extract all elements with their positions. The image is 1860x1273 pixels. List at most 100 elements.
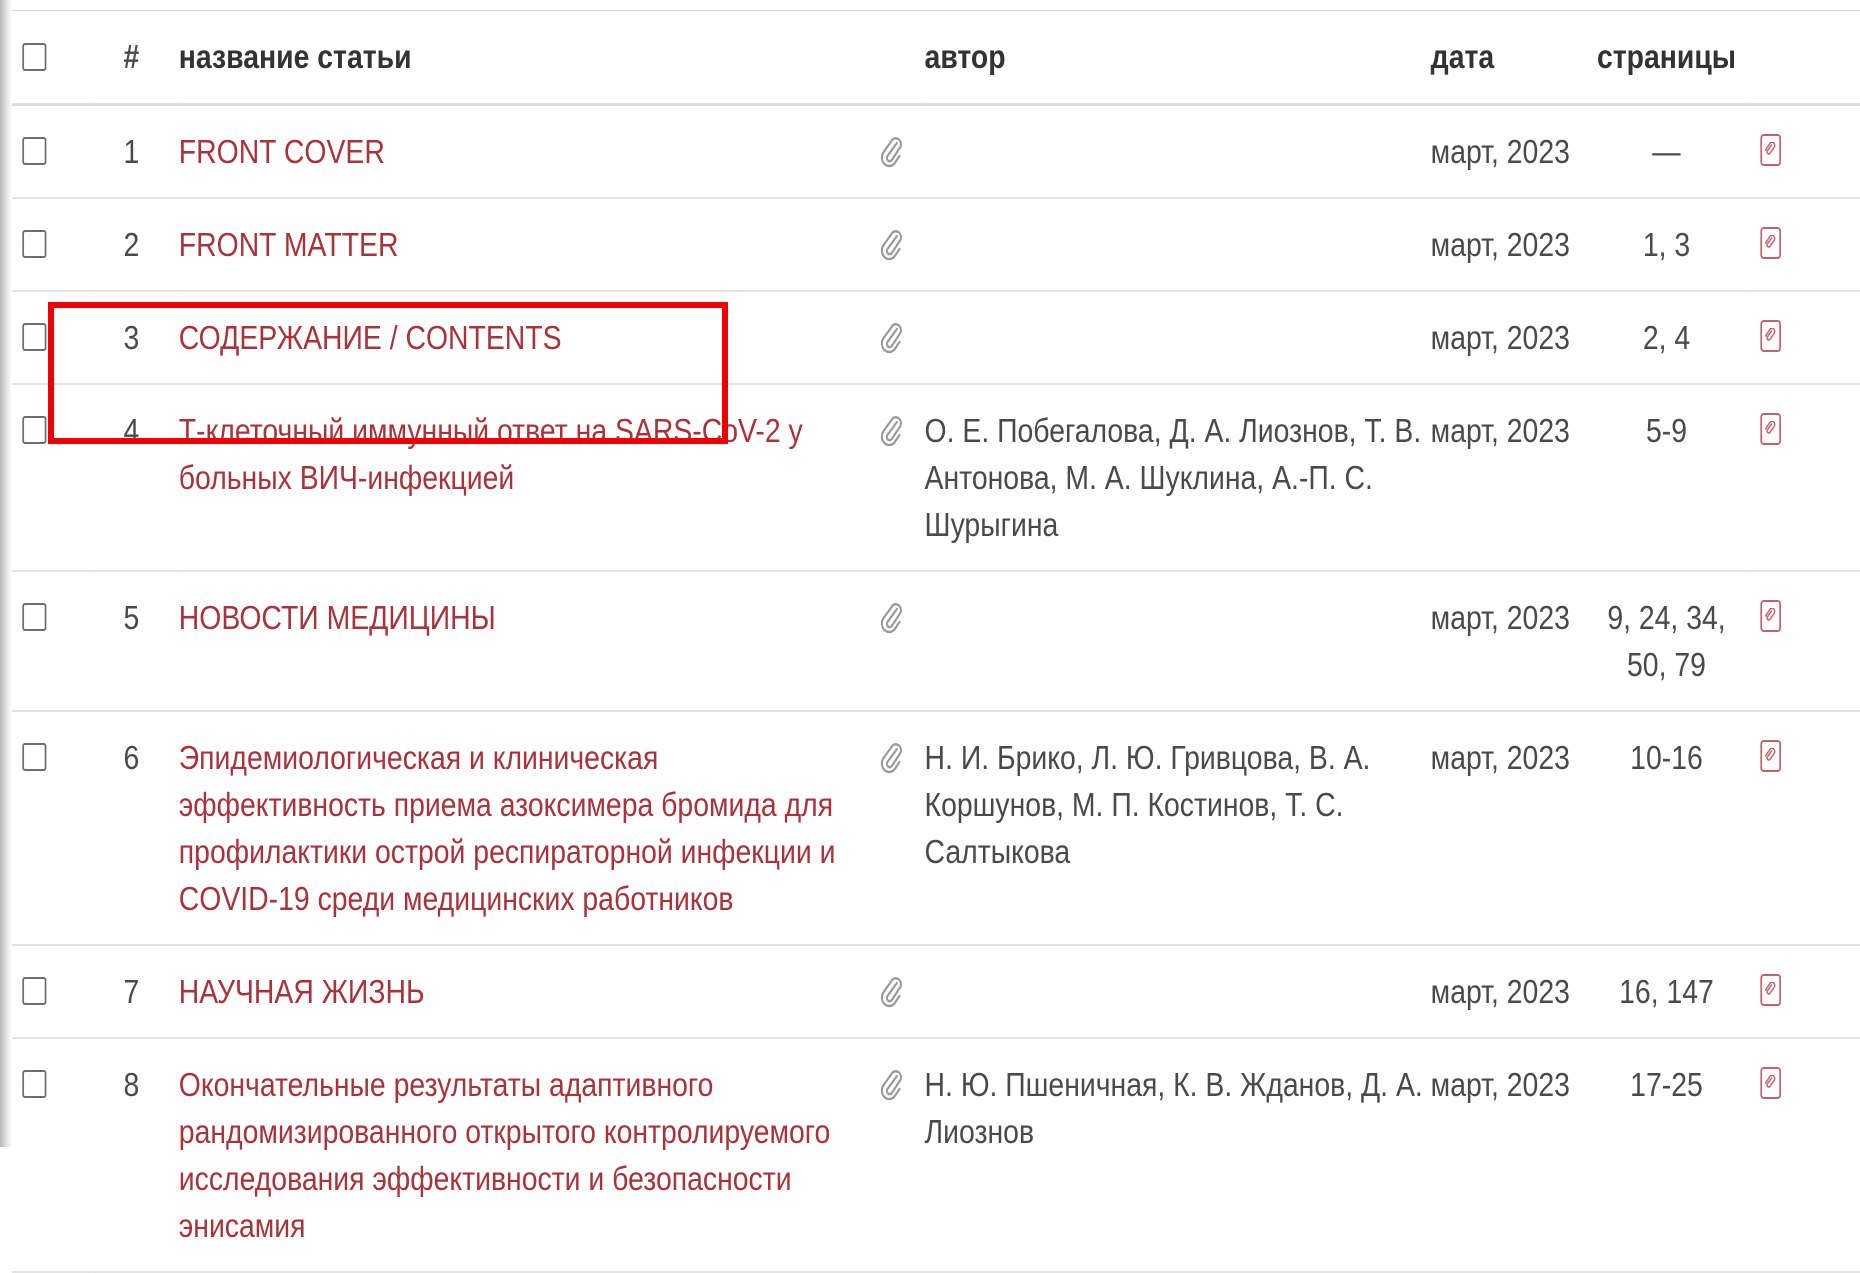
- row-number-text: 1: [123, 132, 140, 170]
- paperclip-icon[interactable]: [872, 227, 925, 261]
- row-number-text: 7: [123, 972, 140, 1010]
- row-title-cell: FRONT MATTER: [178, 197, 872, 292]
- table-row: 7 НАУЧНАЯ ЖИЗНЬ март, 2023 16, 147: [12, 944, 1860, 1039]
- row-link-cell: [1745, 104, 1860, 199]
- date-text: март, 2023: [1430, 1065, 1570, 1103]
- row-checkbox[interactable]: [22, 322, 47, 351]
- column-header-num[interactable]: #: [92, 11, 179, 106]
- row-checkbox[interactable]: [22, 1069, 47, 1098]
- row-attachment-cell: [871, 383, 925, 572]
- row-date: март, 2023: [1430, 290, 1588, 385]
- column-header-title[interactable]: название статьи: [178, 11, 872, 106]
- table-row: 1 FRONT COVER март, 2023 —: [12, 104, 1860, 199]
- link-icon[interactable]: [1760, 739, 1782, 772]
- row-number-text: 2: [123, 225, 140, 263]
- paperclip-icon[interactable]: [872, 974, 925, 1008]
- row-select-cell: [12, 1037, 93, 1273]
- header-select-all[interactable]: [12, 11, 93, 106]
- author-text: Н. Ю. Пшеничная, К. В. Жданов, Д. А. Лио…: [924, 1065, 1423, 1150]
- table-row: 3 СОДЕРЖАНИЕ / CONTENTS март, 2023 2, 4: [12, 290, 1860, 385]
- row-select-cell: [12, 944, 93, 1039]
- paperclip-icon[interactable]: [872, 320, 925, 354]
- row-attachment-cell: [871, 710, 925, 946]
- row-select-cell: [12, 383, 93, 572]
- row-title-cell: СОДЕРЖАНИЕ / CONTENTS: [178, 290, 872, 385]
- row-attachment-cell: [871, 290, 925, 385]
- article-title-link[interactable]: Т-клеточный иммунный ответ на SARS-CoV-2…: [179, 412, 803, 496]
- row-checkbox[interactable]: [22, 229, 47, 258]
- row-number: 7: [92, 944, 179, 1039]
- pages-text: 17-25: [1630, 1065, 1703, 1103]
- date-text: март, 2023: [1430, 411, 1570, 449]
- row-pages: 17-25: [1587, 1037, 1746, 1273]
- column-header-author[interactable]: автор: [924, 11, 1431, 106]
- paperclip-icon[interactable]: [872, 134, 925, 168]
- link-icon[interactable]: [1760, 226, 1782, 259]
- link-icon[interactable]: [1760, 599, 1782, 632]
- row-number: 4: [92, 383, 179, 572]
- link-icon[interactable]: [1760, 973, 1782, 1006]
- table-body: 1 FRONT COVER март, 2023 — 2 FRONT MATTE…: [12, 104, 1860, 1273]
- row-title-cell: Окончательные результаты адаптивного ран…: [178, 1037, 872, 1273]
- row-checkbox[interactable]: [22, 976, 47, 1005]
- row-checkbox[interactable]: [22, 136, 47, 165]
- date-text: март, 2023: [1430, 225, 1570, 263]
- row-title-cell: НАУЧНАЯ ЖИЗНЬ: [178, 944, 872, 1039]
- row-title-cell: Т-клеточный иммунный ответ на SARS-CoV-2…: [178, 383, 872, 572]
- column-header-link: [1745, 11, 1860, 106]
- row-link-cell: [1745, 570, 1860, 712]
- link-icon[interactable]: [1760, 133, 1782, 166]
- row-pages: 2, 4: [1587, 290, 1746, 385]
- row-attachment-cell: [871, 944, 925, 1039]
- author-text: Н. И. Брико, Л. Ю. Гривцова, В. А. Коршу…: [924, 738, 1371, 870]
- paperclip-icon[interactable]: [872, 600, 925, 634]
- pages-text: 2, 4: [1642, 318, 1691, 356]
- row-checkbox[interactable]: [22, 742, 47, 771]
- row-link-cell: [1745, 383, 1860, 572]
- row-pages: 5-9: [1587, 383, 1746, 572]
- row-link-cell: [1745, 290, 1860, 385]
- link-icon[interactable]: [1760, 412, 1782, 445]
- row-author: О. Е. Побегалова, Д. А. Лиознов, Т. В. А…: [924, 383, 1431, 572]
- row-select-cell: [12, 197, 93, 292]
- date-text: март, 2023: [1430, 972, 1570, 1010]
- article-table-container: # название статьи автор дата страницы 1 …: [12, 10, 1860, 1273]
- article-title-link[interactable]: FRONT MATTER: [179, 226, 399, 263]
- paperclip-icon[interactable]: [872, 1067, 925, 1101]
- row-pages: 10-16: [1587, 710, 1746, 946]
- row-date: март, 2023: [1430, 570, 1588, 712]
- row-author: [924, 104, 1431, 199]
- pages-text: 10-16: [1630, 738, 1703, 776]
- paperclip-icon[interactable]: [872, 740, 925, 774]
- select-all-checkbox[interactable]: [22, 42, 47, 71]
- row-author: [924, 944, 1431, 1039]
- row-link-cell: [1745, 197, 1860, 292]
- row-checkbox[interactable]: [22, 415, 47, 444]
- row-date: март, 2023: [1430, 1037, 1588, 1273]
- column-header-date[interactable]: дата: [1430, 11, 1588, 106]
- article-title-link[interactable]: FRONT COVER: [179, 133, 385, 170]
- row-checkbox[interactable]: [22, 602, 47, 631]
- date-text: март, 2023: [1430, 598, 1570, 636]
- date-text: март, 2023: [1430, 738, 1570, 776]
- link-icon[interactable]: [1760, 1066, 1782, 1099]
- date-text: март, 2023: [1430, 132, 1570, 170]
- article-title-link[interactable]: Эпидемиологическая и клиническая эффекти…: [179, 739, 836, 917]
- row-attachment-cell: [871, 197, 925, 292]
- article-title-link[interactable]: Окончательные результаты адаптивного ран…: [179, 1066, 831, 1244]
- pages-text: 1, 3: [1642, 225, 1691, 263]
- row-date: март, 2023: [1430, 104, 1588, 199]
- column-header-pages[interactable]: страницы: [1587, 11, 1746, 106]
- article-title-link[interactable]: НОВОСТИ МЕДИЦИНЫ: [179, 599, 496, 636]
- row-attachment-cell: [871, 570, 925, 712]
- row-number: 1: [92, 104, 179, 199]
- link-icon[interactable]: [1760, 319, 1782, 352]
- row-number: 5: [92, 570, 179, 712]
- pages-text: 9, 24, 34, 50, 79: [1607, 598, 1726, 683]
- row-author: [924, 290, 1431, 385]
- article-title-link[interactable]: СОДЕРЖАНИЕ / CONTENTS: [179, 319, 562, 356]
- table-row: 5 НОВОСТИ МЕДИЦИНЫ март, 2023 9, 24, 34,…: [12, 570, 1860, 712]
- article-title-link[interactable]: НАУЧНАЯ ЖИЗНЬ: [179, 973, 425, 1010]
- row-number: 3: [92, 290, 179, 385]
- paperclip-icon[interactable]: [872, 413, 925, 447]
